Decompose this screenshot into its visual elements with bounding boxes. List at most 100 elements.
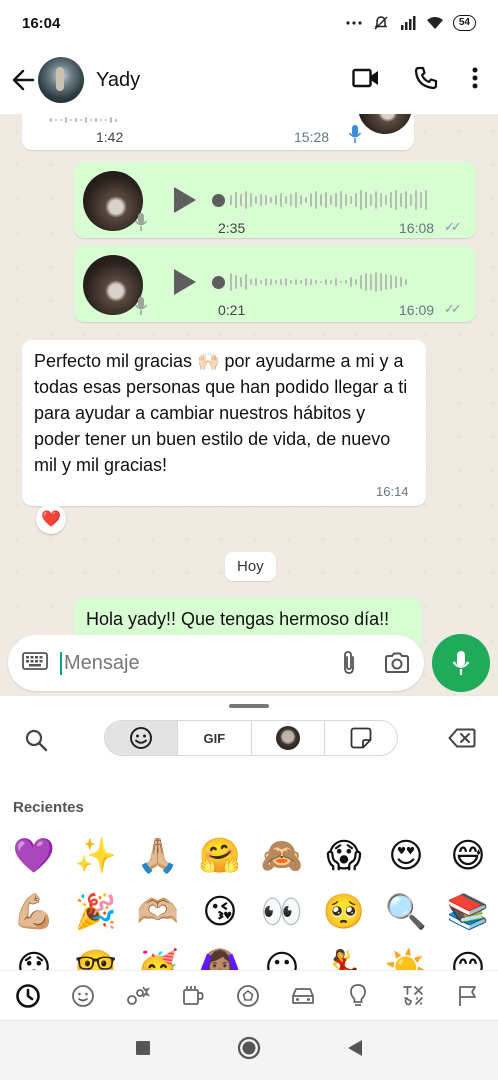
category-animals-nature-icon[interactable]	[110, 984, 165, 1008]
emoji-key[interactable]: 📚	[437, 884, 498, 940]
keyboard-icon[interactable]	[22, 651, 48, 675]
wifi-icon	[426, 15, 444, 31]
bell-off-icon	[372, 15, 390, 31]
emoji-key[interactable]: 😘	[189, 884, 251, 940]
emoji-key[interactable]: 😅	[437, 828, 498, 884]
category-travel-car-icon[interactable]	[275, 985, 330, 1007]
keyboard-tabs: GIF	[104, 720, 398, 756]
emoji-key[interactable]: 😍	[375, 828, 437, 884]
signal-icon	[399, 15, 417, 31]
message-time: 16:14	[376, 484, 409, 499]
compose-bar: Mensaje	[0, 630, 498, 696]
heart-reaction[interactable]: ❤️	[36, 504, 66, 534]
tab-avatar-stickers[interactable]	[252, 721, 325, 755]
recents-square-icon[interactable]	[135, 1040, 151, 1061]
emoji-key[interactable]: 🫶🏼	[127, 884, 189, 940]
record-voice-button[interactable]	[432, 634, 490, 692]
video-call-icon[interactable]	[352, 68, 380, 93]
smiley-icon	[130, 727, 153, 749]
contact-name[interactable]: Yady	[96, 69, 140, 92]
message-text: Hola yady!! Que tengas hermoso día!!	[86, 609, 390, 629]
category-smileys-icon[interactable]	[55, 984, 110, 1008]
category-food-drink-icon[interactable]	[165, 984, 220, 1008]
message-time: 15:28	[294, 129, 330, 145]
emoji-key[interactable]: 🔍	[375, 884, 437, 940]
emoji-key[interactable]: 🤗	[189, 828, 251, 884]
message-time: 16:09	[399, 302, 435, 318]
voice-call-icon[interactable]	[414, 66, 438, 95]
emoji-key[interactable]: 😱	[313, 828, 375, 884]
search-icon[interactable]	[24, 728, 48, 757]
voice-waveform	[212, 270, 407, 294]
status-time: 16:04	[22, 14, 61, 32]
mic-icon	[134, 296, 148, 315]
sender-avatar	[358, 114, 412, 134]
tab-stickers[interactable]	[325, 721, 397, 755]
emoji-key[interactable]: 💃	[313, 940, 375, 970]
status-bar: 16:04 54	[0, 0, 498, 46]
emoji-key[interactable]: 🙆🏽‍♀️	[189, 940, 251, 970]
emoji-key[interactable]: 🤓	[65, 940, 127, 970]
keyboard-drag-handle[interactable]	[229, 704, 269, 708]
play-icon[interactable]	[174, 269, 196, 295]
keyboard-toolbar: GIF	[0, 720, 498, 762]
emoji-key[interactable]: 🎉	[65, 884, 127, 940]
emoji-key[interactable]: 🙏🏼	[127, 828, 189, 884]
menu-more-icon[interactable]	[472, 67, 478, 94]
mic-icon	[348, 124, 362, 143]
emoji-key[interactable]: 😐	[251, 940, 313, 970]
emoji-key[interactable]: 🙈	[251, 828, 313, 884]
emoji-key[interactable]: 💪🏼	[3, 884, 65, 940]
message-placeholder[interactable]: Mensaje	[60, 651, 322, 675]
mic-icon	[134, 212, 148, 231]
emoji-key[interactable]: 💜	[3, 828, 65, 884]
chat-area[interactable]: 1:42 15:28 2:35 16:08 ✓✓ 0:21 16:09 ✓✓ P…	[0, 114, 498, 696]
emoji-keyboard: GIF Recientes 💜 ✨ 🙏🏼 🤗 🙈 😱 😍 😅 💪🏼 🎉 🫶🏼 😘…	[0, 696, 498, 1020]
message-time: 16:08	[399, 220, 435, 236]
emoji-key[interactable]: 😯	[3, 940, 65, 970]
category-flags-icon[interactable]	[440, 984, 495, 1008]
emoji-category-bar	[0, 970, 498, 1020]
microphone-icon	[452, 651, 470, 675]
attach-icon[interactable]	[340, 650, 358, 676]
home-circle-icon[interactable]	[237, 1036, 261, 1065]
voice-duration: 1:42	[96, 129, 124, 145]
category-activities-ball-icon[interactable]	[220, 984, 275, 1008]
contact-avatar[interactable]	[38, 57, 84, 103]
voice-waveform	[212, 188, 427, 212]
system-nav-bar	[0, 1020, 498, 1080]
emoji-key[interactable]: ☀️	[375, 940, 437, 970]
back-arrow-icon[interactable]	[10, 67, 36, 93]
emoji-grid: 💜 ✨ 🙏🏼 🤗 🙈 😱 😍 😅 💪🏼 🎉 🫶🏼 😘 👀 🥺 🔍 📚 😯 🤓 🥳…	[0, 828, 498, 970]
date-separator: Hoy	[225, 552, 276, 581]
read-ticks-icon: ✓✓	[444, 219, 462, 234]
battery-indicator: 54	[452, 15, 476, 31]
backspace-icon[interactable]	[448, 728, 476, 753]
voice-message-outgoing[interactable]: 0:21 16:09 ✓✓	[74, 246, 476, 322]
tab-gif[interactable]: GIF	[178, 721, 252, 755]
tab-emoji[interactable]	[105, 721, 179, 755]
play-icon[interactable]	[174, 187, 196, 213]
sticker-icon	[350, 727, 372, 749]
emoji-key[interactable]: 🥺	[313, 884, 375, 940]
category-symbols-icon[interactable]	[385, 984, 440, 1008]
category-recent-clock-icon[interactable]	[0, 983, 55, 1009]
more-dots-icon	[345, 15, 363, 31]
text-message-incoming[interactable]: Perfecto mil gracias 🙌🏻 por ayudarme a m…	[22, 340, 426, 506]
emoji-key[interactable]: 👀	[251, 884, 313, 940]
category-objects-bulb-icon[interactable]	[330, 983, 385, 1009]
message-text: Perfecto mil gracias 🙌🏻 por ayudarme a m…	[34, 351, 408, 475]
emoji-key[interactable]: ✨	[65, 828, 127, 884]
emoji-key[interactable]: 😊	[437, 940, 498, 970]
back-triangle-icon[interactable]	[347, 1039, 363, 1062]
voice-message-outgoing[interactable]: 2:35 16:08 ✓✓	[74, 162, 476, 238]
camera-icon[interactable]	[384, 652, 410, 674]
chat-header: Yady	[0, 46, 498, 114]
recent-section-label: Recientes	[13, 799, 84, 816]
emoji-key[interactable]: 🥳	[127, 940, 189, 970]
read-ticks-icon: ✓✓	[444, 301, 462, 316]
voice-duration: 2:35	[218, 220, 246, 236]
voice-message-incoming[interactable]: 1:42 15:28	[22, 114, 414, 150]
avatar-sticker-icon	[275, 726, 300, 750]
message-input[interactable]: Mensaje	[8, 635, 425, 691]
